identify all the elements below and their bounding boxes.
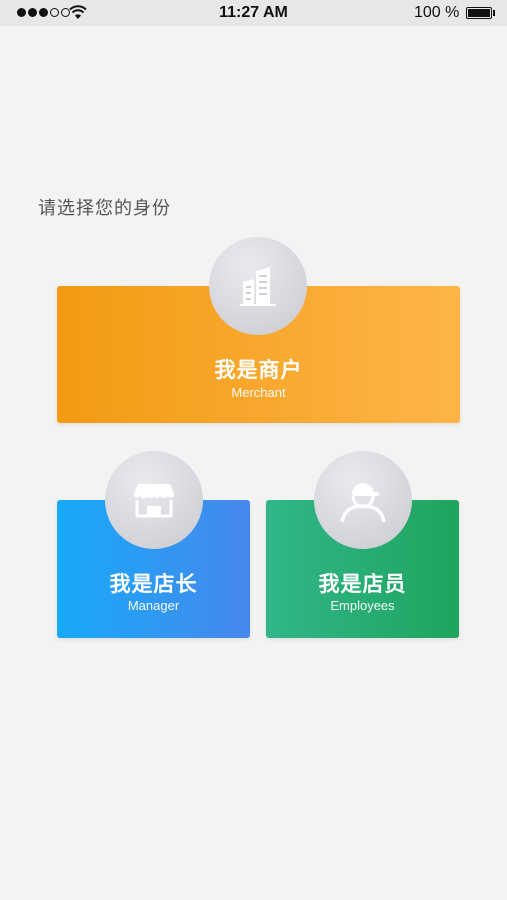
role-title-merchant: 我是商户: [214, 359, 303, 382]
role-subtitle-manager: Manager: [127, 598, 180, 613]
person-cap-icon: [340, 483, 386, 523]
role-selection-prompt: 请选择您的身份: [38, 198, 171, 218]
role-title-employee: 我是店员: [318, 573, 407, 596]
storefront-icon: [134, 484, 174, 518]
battery-icon: [466, 7, 492, 19]
employee-icon-circle[interactable]: [314, 451, 412, 549]
role-subtitle-merchant: Merchant: [231, 385, 286, 400]
role-subtitle-employee: Employees: [330, 598, 395, 613]
battery-percent: 100 %: [414, 4, 460, 21]
role-title-manager: 我是店长: [109, 573, 198, 596]
building-icon: [240, 267, 276, 306]
merchant-icon-circle[interactable]: [209, 237, 307, 335]
status-bar: 11:27 AM 100 %: [0, 0, 507, 26]
manager-icon-circle[interactable]: [105, 451, 203, 549]
